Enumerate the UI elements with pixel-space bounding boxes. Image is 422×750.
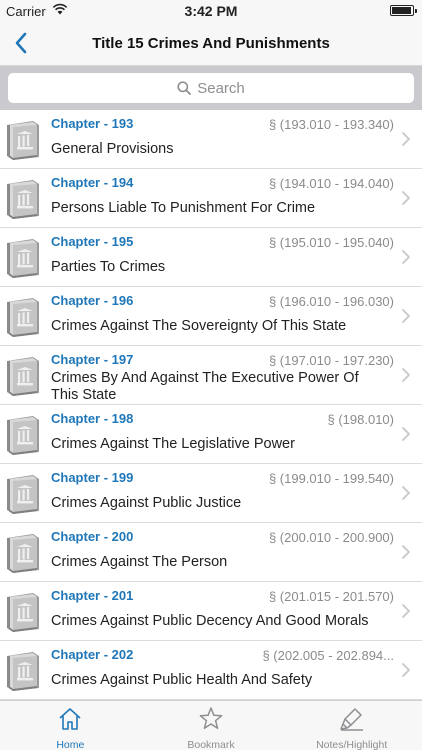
- status-bar: Carrier 3:42 PM: [0, 0, 422, 22]
- chapter-number: Chapter - 196: [51, 293, 134, 308]
- tab-notes-highlight[interactable]: Notes/Highlight: [281, 701, 422, 750]
- battery-icon: [390, 5, 417, 16]
- chapter-number: Chapter - 195: [51, 234, 134, 249]
- chapter-number: Chapter - 197: [51, 352, 134, 367]
- chapter-title: Crimes Against The Person: [51, 554, 228, 570]
- chapter-title: General Provisions: [51, 141, 174, 157]
- navigation-bar: Title 15 Crimes And Punishments: [0, 22, 422, 66]
- tab-bookmark[interactable]: Bookmark: [141, 701, 282, 750]
- section-range: § (198.010): [327, 412, 395, 427]
- chapter-title: Crimes By And Against The Executive Powe…: [51, 370, 359, 403]
- book-icon: [7, 180, 39, 219]
- clock: 3:42 PM: [184, 3, 238, 19]
- tab-bar: Home Bookmark Notes/Highlight: [0, 700, 422, 750]
- book-icon: [7, 534, 39, 573]
- list-item[interactable]: Chapter - 202 § (202.005 - 202.894... Cr…: [0, 641, 422, 700]
- list-item[interactable]: Chapter - 196 § (196.010 - 196.030) Crim…: [0, 287, 422, 346]
- book-icon: [7, 357, 39, 396]
- search-icon: [177, 81, 192, 95]
- chapter-number: Chapter - 198: [51, 411, 134, 426]
- chevron-right-icon: [402, 663, 410, 677]
- list-item[interactable]: Chapter - 199 § (199.010 - 199.540) Crim…: [0, 464, 422, 523]
- book-icon: [7, 593, 39, 632]
- chapter-number: Chapter - 200: [51, 529, 134, 544]
- tab-label: Bookmark: [187, 739, 235, 750]
- home-icon: [56, 705, 84, 739]
- tab-label: Notes/Highlight: [316, 739, 388, 750]
- highlighter-icon: [338, 705, 366, 739]
- book-icon: [7, 416, 39, 455]
- chapter-title: Persons Liable To Punishment For Crime: [51, 200, 316, 216]
- chapter-number: Chapter - 199: [51, 470, 134, 485]
- section-range: § (195.010 - 195.040): [268, 235, 394, 250]
- chevron-right-icon: [402, 545, 410, 559]
- chapter-title: Crimes Against Public Justice: [51, 495, 242, 511]
- section-range: § (202.005 - 202.894...: [262, 648, 394, 663]
- chevron-right-icon: [402, 368, 410, 382]
- list-item[interactable]: Chapter - 198 § (198.010) Crimes Against…: [0, 405, 422, 464]
- book-icon: [7, 298, 39, 337]
- list-item[interactable]: Chapter - 200 § (200.010 - 200.900) Crim…: [0, 523, 422, 582]
- back-button[interactable]: [8, 28, 34, 58]
- chapter-title: Crimes Against Public Decency And Good M…: [51, 613, 369, 629]
- list-item[interactable]: Chapter - 195 § (195.010 - 195.040) Part…: [0, 228, 422, 287]
- tab-label: Home: [56, 739, 85, 750]
- chevron-left-icon: [15, 32, 27, 54]
- chapter-title: Parties To Crimes: [51, 259, 166, 275]
- section-range: § (199.010 - 199.540): [268, 471, 394, 486]
- search-bar: Search: [0, 66, 422, 110]
- chevron-right-icon: [402, 427, 410, 441]
- chevron-right-icon: [402, 250, 410, 264]
- chapter-list: Chapter - 193 § (193.010 - 193.340) Gene…: [0, 110, 422, 700]
- chevron-right-icon: [402, 309, 410, 323]
- chevron-right-icon: [402, 191, 410, 205]
- chapter-number: Chapter - 201: [51, 588, 134, 603]
- section-range: § (201.015 - 201.570): [268, 589, 394, 604]
- tab-home[interactable]: Home: [0, 701, 141, 750]
- page-title: Title 15 Crimes And Punishments: [92, 35, 330, 52]
- list-item[interactable]: Chapter - 194 § (194.010 - 194.040) Pers…: [0, 169, 422, 228]
- list-item[interactable]: Chapter - 201 § (201.015 - 201.570) Crim…: [0, 582, 422, 641]
- section-range: § (193.010 - 193.340): [268, 117, 394, 132]
- list-item[interactable]: Chapter - 197 § (197.010 - 197.230) Crim…: [0, 346, 422, 405]
- section-range: § (200.010 - 200.900): [268, 530, 394, 545]
- chevron-right-icon: [402, 486, 410, 500]
- section-range: § (197.010 - 197.230): [268, 353, 394, 368]
- section-range: § (196.010 - 196.030): [268, 294, 394, 309]
- chevron-right-icon: [402, 604, 410, 618]
- book-icon: [7, 121, 39, 160]
- book-icon: [7, 652, 39, 691]
- list-item[interactable]: Chapter - 193 § (193.010 - 193.340) Gene…: [0, 110, 422, 169]
- chapter-number: Chapter - 202: [51, 647, 134, 662]
- chapter-number: Chapter - 194: [51, 175, 134, 190]
- search-input[interactable]: Search: [8, 73, 414, 103]
- book-icon: [7, 239, 39, 278]
- star-icon: [197, 705, 225, 739]
- search-placeholder: Search: [197, 79, 245, 97]
- chapter-number: Chapter - 193: [51, 116, 134, 131]
- chapter-title: Crimes Against Public Health And Safety: [51, 672, 313, 688]
- book-icon: [7, 475, 39, 514]
- section-range: § (194.010 - 194.040): [268, 176, 394, 191]
- chapter-title: Crimes Against The Legislative Power: [51, 436, 295, 452]
- chapter-title: Crimes Against The Sovereignty Of This S…: [51, 318, 347, 334]
- chevron-right-icon: [402, 132, 410, 146]
